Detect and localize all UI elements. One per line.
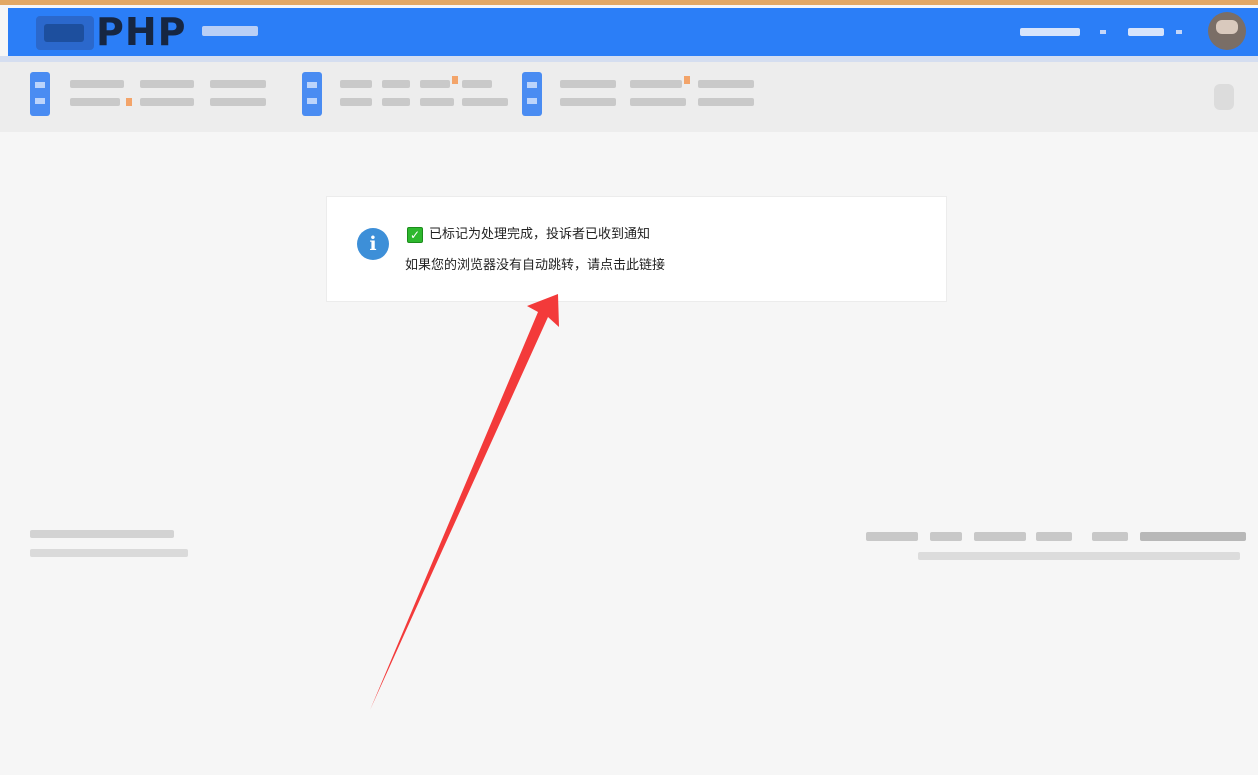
- user-avatar[interactable]: [1208, 12, 1246, 50]
- footer-info-blurred: [918, 552, 1240, 560]
- nav-group-icon: [30, 72, 50, 116]
- footer-copyright-blurred: [30, 549, 188, 557]
- footer-link-blurred[interactable]: [974, 532, 1026, 541]
- logo-badge-icon[interactable]: [36, 16, 94, 50]
- nav-link-blurred[interactable]: [382, 98, 410, 106]
- header-link-blurred[interactable]: [1128, 28, 1164, 36]
- nav-link-blurred[interactable]: [140, 80, 194, 88]
- footer-link-blurred[interactable]: [1140, 532, 1246, 541]
- quick-nav-bar: [0, 62, 1258, 132]
- nav-link-blurred[interactable]: [698, 98, 754, 106]
- status-notice-card: i ✓ 已标记为处理完成，投诉者已收到通知 如果您的浏览器没有自动跳转，请点击此…: [326, 196, 947, 302]
- info-icon: i: [357, 228, 389, 260]
- nav-link-blurred[interactable]: [560, 80, 616, 88]
- footer-link-blurred[interactable]: [1036, 532, 1072, 541]
- nav-link-blurred[interactable]: [698, 80, 754, 88]
- header-link-blurred[interactable]: [1020, 28, 1080, 36]
- top-accent-line: [0, 0, 1258, 5]
- nav-link-blurred[interactable]: [630, 80, 682, 88]
- site-header: PHP: [8, 8, 1258, 56]
- redirect-link[interactable]: 如果您的浏览器没有自动跳转，请点击此链接: [405, 258, 665, 274]
- nav-link-blurred[interactable]: [70, 98, 120, 106]
- nav-link-blurred[interactable]: [462, 80, 492, 88]
- header-tag-blurred[interactable]: [202, 26, 258, 36]
- footer-link-blurred[interactable]: [1092, 532, 1128, 541]
- nav-group-icon: [522, 72, 542, 116]
- chevron-down-icon: [1100, 30, 1106, 34]
- nav-link-blurred[interactable]: [140, 98, 194, 106]
- checkbox-check-icon: ✓: [407, 227, 423, 243]
- nav-link-blurred[interactable]: [210, 98, 266, 106]
- nav-group-icon: [302, 72, 322, 116]
- new-badge-icon: [126, 98, 132, 106]
- nav-link-blurred[interactable]: [340, 98, 372, 106]
- site-logo[interactable]: PHP: [96, 10, 187, 54]
- chevron-down-icon: [1176, 30, 1182, 34]
- nav-link-blurred[interactable]: [382, 80, 410, 88]
- new-badge-icon: [452, 76, 458, 84]
- footer-link-blurred[interactable]: [866, 532, 918, 541]
- nav-link-blurred[interactable]: [340, 80, 372, 88]
- footer-link-blurred[interactable]: [930, 532, 962, 541]
- footer-copyright-blurred: [30, 530, 174, 538]
- nav-link-blurred[interactable]: [462, 98, 508, 106]
- nav-link-blurred[interactable]: [560, 98, 616, 106]
- nav-link-blurred[interactable]: [70, 80, 124, 88]
- nav-link-blurred[interactable]: [630, 98, 686, 106]
- nav-link-blurred[interactable]: [420, 98, 454, 106]
- notice-message: 已标记为处理完成，投诉者已收到通知: [429, 227, 651, 242]
- settings-icon[interactable]: [1214, 84, 1234, 110]
- nav-link-blurred[interactable]: [420, 80, 450, 88]
- new-badge-icon: [684, 76, 690, 84]
- nav-link-blurred[interactable]: [210, 80, 266, 88]
